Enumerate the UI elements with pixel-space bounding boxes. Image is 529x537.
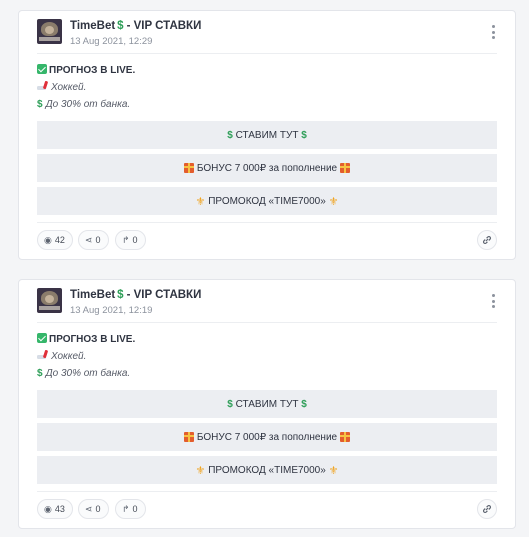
gift-icon xyxy=(184,432,195,442)
dollar-icon: $ xyxy=(301,129,307,141)
divider xyxy=(37,322,497,323)
post-body: ПРОГНОЗ В LIVE. Хоккей. $ До 30% от банка… xyxy=(37,331,497,382)
share-icon: ⋖ xyxy=(85,503,93,514)
more-menu-icon[interactable] xyxy=(489,294,497,308)
post-date: 13 Aug 2021, 12:19 xyxy=(70,305,153,316)
post-header: TimeBet $ - VIP СТАВКИ 13 Aug 2021, 12:29 xyxy=(37,19,497,55)
dollar-icon: $ xyxy=(117,289,124,301)
channel-name: TimeBet xyxy=(70,289,116,301)
link-button[interactable] xyxy=(477,499,497,519)
more-menu-icon[interactable] xyxy=(489,25,497,39)
divider xyxy=(37,491,497,492)
post-card: TimeBet $ - VIP СТАВКИ 13 Aug 2021, 12:19 … xyxy=(18,279,516,529)
post-body: ПРОГНОЗ В LIVE. Хоккей. $ До 30% от банка… xyxy=(37,62,497,113)
bonus-button[interactable]: БОНУС 7 000₽ за пополнение xyxy=(37,423,497,451)
shares-count: 0 xyxy=(95,235,101,245)
hockey-icon xyxy=(37,80,49,91)
forwards-counter[interactable]: ↱ 0 xyxy=(115,230,146,250)
post-card: TimeBet $ - VIP СТАВКИ 13 Aug 2021, 12:29 … xyxy=(18,10,516,260)
gift-icon xyxy=(339,163,350,173)
bonus-button[interactable]: БОНУС 7 000₽ за пополнение xyxy=(37,154,497,182)
fleur-de-lis-icon: ⚜ xyxy=(328,464,339,477)
bet-here-label: СТАВИМ ТУТ xyxy=(235,398,299,410)
forwards-counter[interactable]: ↱ 0 xyxy=(115,499,146,519)
forward-icon: ↱ xyxy=(122,234,130,245)
fleur-de-lis-icon: ⚜ xyxy=(195,464,206,477)
divider xyxy=(37,53,497,54)
channel-avatar[interactable] xyxy=(37,19,62,44)
post-line-3: До 30% от банка. xyxy=(45,99,131,110)
gift-icon xyxy=(339,432,350,442)
post-line-2: Хоккей. xyxy=(51,82,87,93)
check-icon xyxy=(37,333,47,343)
bonus-label: БОНУС 7 000₽ за пополнение xyxy=(196,431,338,443)
post-header: TimeBet $ - VIP СТАВКИ 13 Aug 2021, 12:19 xyxy=(37,288,497,324)
forwards-count: 0 xyxy=(132,504,138,514)
link-icon xyxy=(482,504,492,514)
shares-count: 0 xyxy=(95,504,101,514)
forward-icon: ↱ xyxy=(122,503,130,514)
dollar-icon: $ xyxy=(301,398,307,410)
post-line-2: Хоккей. xyxy=(51,351,87,362)
dollar-icon: $ xyxy=(117,20,124,32)
views-count: 42 xyxy=(54,235,65,245)
channel-avatar[interactable] xyxy=(37,288,62,313)
bet-here-label: СТАВИМ ТУТ xyxy=(235,129,299,141)
channel-name: TimeBet xyxy=(70,20,116,32)
bonus-label: БОНУС 7 000₽ за пополнение xyxy=(196,162,338,174)
channel-suffix: - VIP СТАВКИ xyxy=(126,20,202,32)
promocode-button[interactable]: ⚜ ПРОМОКОД «TIME7000» ⚜ xyxy=(37,456,497,484)
hockey-icon xyxy=(37,349,49,360)
check-icon xyxy=(37,64,47,74)
dollar-icon: $ xyxy=(227,129,233,141)
share-icon: ⋖ xyxy=(85,234,93,245)
promocode-button[interactable]: ⚜ ПРОМОКОД «TIME7000» ⚜ xyxy=(37,187,497,215)
channel-title[interactable]: TimeBet $ - VIP СТАВКИ xyxy=(70,19,201,33)
divider xyxy=(37,222,497,223)
channel-suffix: - VIP СТАВКИ xyxy=(126,289,202,301)
views-count: 43 xyxy=(54,504,65,514)
eye-icon: ◉ xyxy=(44,234,52,245)
post-line-1: ПРОГНОЗ В LIVE. xyxy=(49,65,136,76)
channel-title[interactable]: TimeBet $ - VIP СТАВКИ xyxy=(70,288,201,302)
dollar-icon: $ xyxy=(37,368,43,379)
eye-icon: ◉ xyxy=(44,503,52,514)
promocode-label: ПРОМОКОД «TIME7000» xyxy=(208,464,326,476)
dollar-icon: $ xyxy=(227,398,233,410)
post-line-1: ПРОГНОЗ В LIVE. xyxy=(49,334,136,345)
fleur-de-lis-icon: ⚜ xyxy=(328,195,339,208)
link-button[interactable] xyxy=(477,230,497,250)
gift-icon xyxy=(184,163,195,173)
bet-here-button[interactable]: $ СТАВИМ ТУТ $ xyxy=(37,390,497,418)
forwards-count: 0 xyxy=(132,235,138,245)
bet-here-button[interactable]: $ СТАВИМ ТУТ $ xyxy=(37,121,497,149)
post-line-3: До 30% от банка. xyxy=(45,368,131,379)
views-counter[interactable]: ◉ 42 xyxy=(37,230,73,250)
views-counter[interactable]: ◉ 43 xyxy=(37,499,73,519)
fleur-de-lis-icon: ⚜ xyxy=(195,195,206,208)
dollar-icon: $ xyxy=(37,99,43,110)
promocode-label: ПРОМОКОД «TIME7000» xyxy=(208,195,326,207)
link-icon xyxy=(482,235,492,245)
post-date: 13 Aug 2021, 12:29 xyxy=(70,36,153,47)
shares-counter[interactable]: ⋖ 0 xyxy=(78,499,109,519)
shares-counter[interactable]: ⋖ 0 xyxy=(78,230,109,250)
